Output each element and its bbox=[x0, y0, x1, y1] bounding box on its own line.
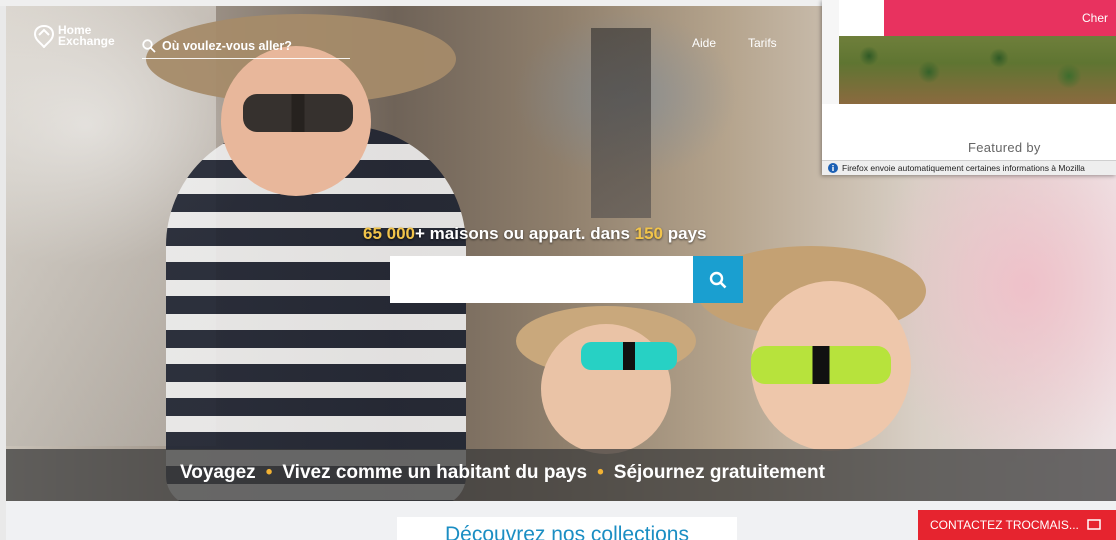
logo-line2: Exchange bbox=[58, 34, 115, 48]
tagline-country-count: 150 bbox=[634, 224, 664, 243]
contact-button[interactable]: CONTACTEZ TROCMAIS... bbox=[918, 510, 1116, 540]
logo-icon bbox=[33, 24, 55, 48]
hero-benefits-band: Voyagez • Vivez comme un habitant du pays •… bbox=[6, 449, 1116, 501]
popup-featured-by: Featured by bbox=[968, 140, 1041, 155]
popup-cta-label: Cher bbox=[1081, 11, 1108, 25]
destination-search[interactable]: Où voulez-vous aller? bbox=[142, 34, 350, 59]
search-icon bbox=[142, 39, 156, 53]
main-search-bar bbox=[390, 256, 743, 303]
home-exchange-logo[interactable]: Home Exchange bbox=[33, 24, 115, 48]
tagline-end: pays bbox=[663, 224, 707, 243]
featured-popup: Cher Featured by Firefox envoie automati… bbox=[822, 0, 1116, 175]
nav-link-aide[interactable]: Aide bbox=[692, 36, 716, 50]
main-search-input[interactable] bbox=[390, 256, 693, 303]
popup-cta-button[interactable]: Cher bbox=[884, 0, 1116, 36]
nav-link-tarifs[interactable]: Tarifs bbox=[748, 36, 777, 50]
popup-landscape-image bbox=[839, 36, 1116, 104]
firefox-notification-bar[interactable]: Firefox envoie automatiquement certaines… bbox=[822, 160, 1116, 175]
collections-heading: Découvrez nos collections bbox=[445, 523, 689, 540]
hero-girl-sunglasses bbox=[243, 94, 353, 132]
firefox-notification-text: Firefox envoie automatiquement certaines… bbox=[842, 163, 1085, 173]
hero-tagline: 65 000+ maisons ou appart. dans 150 pays bbox=[363, 224, 793, 244]
contact-label: CONTACTEZ TROCMAIS... bbox=[930, 518, 1079, 532]
hero-boy2-sunglasses bbox=[751, 346, 891, 384]
collections-heading-box: Découvrez nos collections bbox=[397, 517, 737, 540]
chat-icon bbox=[1087, 519, 1101, 530]
tagline-home-count: 65 000 bbox=[363, 224, 415, 243]
hero-boy1-sunglasses bbox=[581, 342, 677, 370]
benefit-separator: • bbox=[597, 462, 604, 483]
info-icon bbox=[828, 163, 838, 173]
search-icon bbox=[709, 271, 727, 288]
main-search-button[interactable] bbox=[693, 256, 743, 303]
tagline-middle: + maisons ou appart. dans bbox=[415, 224, 635, 243]
benefit-vivez: Vivez comme un habitant du pays bbox=[282, 462, 588, 483]
destination-search-placeholder: Où voulez-vous aller? bbox=[162, 39, 292, 53]
popup-left-strip bbox=[822, 0, 839, 104]
benefit-sejournez: Séjournez gratuitement bbox=[613, 462, 825, 483]
hero-door bbox=[591, 28, 651, 218]
benefit-voyagez: Voyagez bbox=[180, 462, 256, 483]
benefit-separator: • bbox=[265, 462, 273, 483]
